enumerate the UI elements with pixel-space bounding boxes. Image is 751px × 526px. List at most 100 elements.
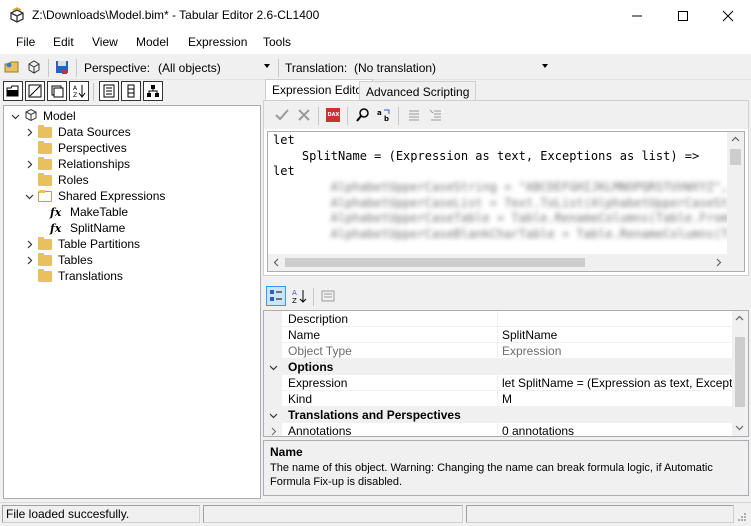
- tree-node-data-sources[interactable]: Data Sources: [24, 124, 131, 140]
- chevron-right-icon[interactable]: [24, 239, 34, 249]
- scroll-thumb[interactable]: [285, 258, 585, 267]
- chevron-right-icon[interactable]: [714, 258, 723, 267]
- chevron-down-icon[interactable]: [264, 411, 282, 420]
- property-row-annotations[interactable]: Annotations 0 annotations: [264, 423, 734, 436]
- property-row-description[interactable]: Description: [264, 311, 734, 327]
- maximize-button[interactable]: [660, 0, 706, 31]
- tree-node-table-partitions[interactable]: Table Partitions: [24, 236, 140, 252]
- description-text: The name of this object. Warning: Changi…: [270, 462, 713, 488]
- cancel-icon[interactable]: [294, 105, 314, 125]
- hierarchy-icon[interactable]: [143, 81, 163, 101]
- menu-tools[interactable]: Tools: [263, 35, 291, 49]
- tree-label: Relationships: [58, 157, 131, 171]
- property-grid-scrollbar[interactable]: [732, 311, 748, 436]
- tree-node-translations[interactable]: Translations: [38, 268, 123, 284]
- menu-model[interactable]: Model: [136, 35, 169, 49]
- property-grid[interactable]: Description Name SplitName Object Type E…: [263, 310, 749, 437]
- svg-text:DAX: DAX: [328, 112, 340, 118]
- find-icon[interactable]: [353, 105, 373, 125]
- sort-alpha-icon[interactable]: AZ: [289, 286, 309, 306]
- property-value[interactable]: let SplitName = (Expression as text, Exc…: [498, 375, 734, 390]
- chevron-down-icon[interactable]: [264, 363, 282, 372]
- perspective-value: (All objects): [158, 61, 221, 75]
- property-value[interactable]: M: [498, 391, 734, 406]
- show-list-icon[interactable]: [121, 81, 141, 101]
- tree-node-perspectives[interactable]: Perspectives: [38, 140, 127, 156]
- tree-node-shared-expressions[interactable]: Shared Expressions: [24, 188, 165, 204]
- property-row-object-type[interactable]: Object Type Expression: [264, 343, 734, 359]
- show-hidden-icon[interactable]: [3, 81, 23, 101]
- chevron-up-icon[interactable]: [735, 314, 744, 323]
- chevron-right-icon[interactable]: [24, 127, 34, 137]
- main-toolbar: Perspective: (All objects) Translation: …: [0, 55, 751, 80]
- categorized-icon[interactable]: [266, 286, 286, 306]
- replace-icon[interactable]: ab: [374, 105, 394, 125]
- tree-node-relationships[interactable]: Relationships: [24, 156, 130, 172]
- row-gutter: [264, 375, 282, 391]
- chevron-left-icon[interactable]: [272, 258, 281, 267]
- svg-text:Z: Z: [292, 297, 297, 304]
- tab-expression-editor[interactable]: Expression Editor: [265, 79, 374, 101]
- minimize-button[interactable]: [614, 0, 660, 31]
- folder-icon: [38, 236, 52, 250]
- menu-edit[interactable]: Edit: [53, 35, 74, 49]
- folder-icon: [38, 268, 52, 282]
- model-tree[interactable]: Model Data Sources Perspectives Relation…: [3, 105, 261, 499]
- chevron-down-icon[interactable]: [10, 111, 20, 121]
- tree-label: Table Partitions: [58, 237, 141, 251]
- tree-node-maketable[interactable]: fx MakeTable: [50, 204, 128, 220]
- function-icon: fx: [50, 221, 62, 235]
- comment-icon[interactable]: [404, 105, 424, 125]
- property-row-expression[interactable]: Expression let SplitName = (Expression a…: [264, 375, 734, 391]
- property-pages-icon[interactable]: [318, 286, 338, 306]
- display-folders-icon[interactable]: [99, 81, 119, 101]
- tree-label: Roles: [58, 173, 89, 187]
- dax-formatter-icon[interactable]: DAX: [323, 105, 343, 125]
- property-value[interactable]: [498, 311, 734, 326]
- tab-advanced-scripting[interactable]: Advanced Scripting: [359, 81, 477, 101]
- property-value[interactable]: SplitName: [498, 327, 734, 342]
- editor-horizontal-scrollbar[interactable]: [268, 254, 744, 271]
- open-icon[interactable]: [2, 57, 22, 77]
- editor-vertical-scrollbar[interactable]: [727, 132, 744, 256]
- sort-alpha-icon[interactable]: AZ: [69, 81, 89, 101]
- app-logo-icon: [8, 7, 26, 25]
- chevron-right-icon[interactable]: [264, 423, 282, 436]
- property-row-kind[interactable]: Kind M: [264, 391, 734, 407]
- expression-editor[interactable]: let SplitName = (Expression as text, Exc…: [267, 131, 745, 272]
- tree-node-tables[interactable]: Tables: [24, 252, 93, 268]
- save-icon[interactable]: [52, 57, 72, 77]
- translation-dropdown[interactable]: (No translation): [350, 58, 552, 78]
- accept-icon[interactable]: [272, 105, 292, 125]
- property-toolbar: AZ: [263, 284, 749, 308]
- menu-view[interactable]: View: [92, 35, 118, 49]
- title-bar: Z:\Downloads\Model.bim* - Tabular Editor…: [0, 0, 751, 31]
- tree-node-splitname[interactable]: fx SplitName: [50, 220, 125, 236]
- menu-expression[interactable]: Expression: [188, 35, 247, 49]
- category-options[interactable]: Options: [264, 359, 734, 375]
- show-columns-icon[interactable]: [47, 81, 67, 101]
- chevron-down-icon: [264, 64, 270, 68]
- property-row-name[interactable]: Name SplitName: [264, 327, 734, 343]
- close-button[interactable]: [705, 0, 751, 31]
- property-value[interactable]: 0 annotations: [498, 423, 734, 436]
- tree-node-roles[interactable]: Roles: [38, 172, 89, 188]
- chevron-right-icon[interactable]: [24, 159, 34, 169]
- toolbar-separator: [48, 59, 49, 77]
- show-measures-icon[interactable]: [25, 81, 45, 101]
- perspective-dropdown[interactable]: (All objects): [154, 58, 274, 78]
- toolbar-separator: [398, 107, 399, 125]
- scroll-thumb[interactable]: [730, 149, 741, 165]
- chevron-down-icon[interactable]: [735, 423, 744, 432]
- tree-node-model[interactable]: Model: [10, 108, 76, 124]
- chevron-right-icon[interactable]: [24, 255, 34, 265]
- chevron-down-icon: [542, 64, 548, 68]
- connect-model-icon[interactable]: [24, 57, 44, 77]
- chevron-down-icon[interactable]: [24, 191, 34, 201]
- menu-file[interactable]: File: [16, 35, 35, 49]
- code-line: AlphabetUpperCaseBlankCharTable = Table.…: [330, 227, 744, 241]
- scroll-thumb[interactable]: [735, 337, 745, 407]
- uncomment-icon[interactable]: [426, 105, 446, 125]
- chevron-up-icon[interactable]: [731, 135, 740, 144]
- category-translations-perspectives[interactable]: Translations and Perspectives: [264, 407, 734, 423]
